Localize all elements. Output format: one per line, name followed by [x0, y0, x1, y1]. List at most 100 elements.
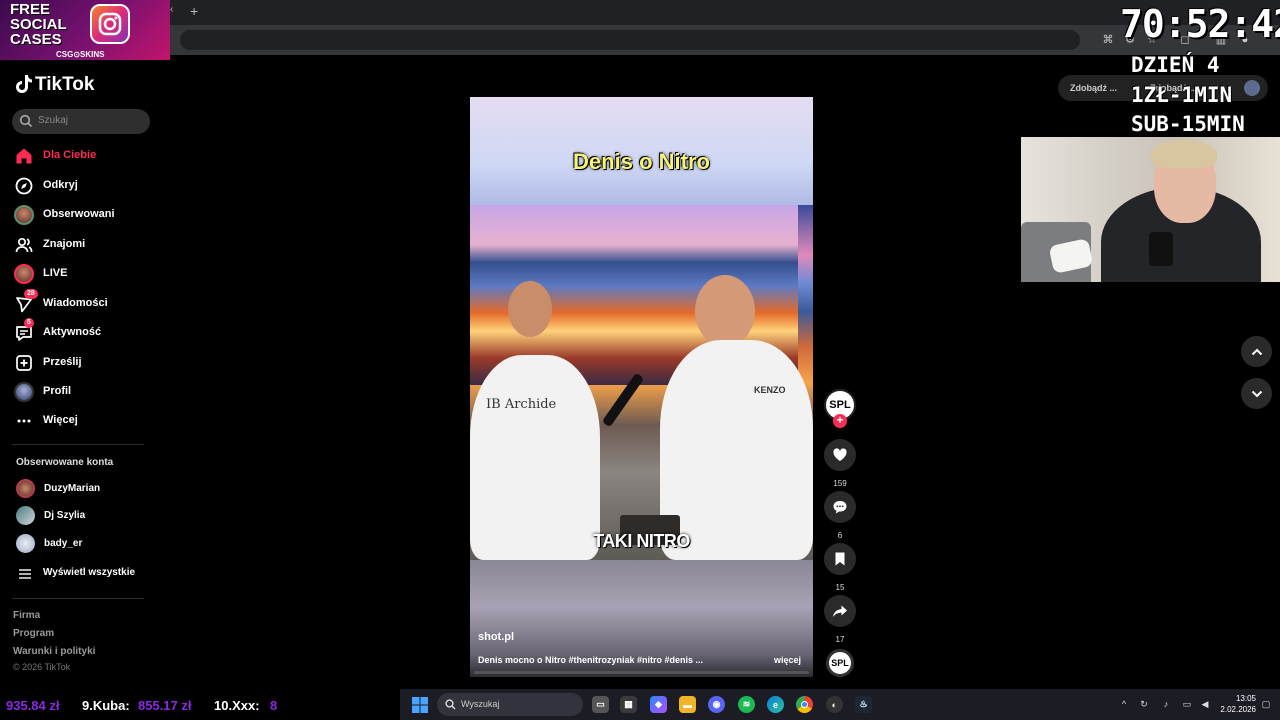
following-avatar-icon — [14, 205, 34, 225]
copilot-icon[interactable]: ◆ — [650, 696, 667, 713]
nav-item-more[interactable]: Więcej — [12, 409, 162, 433]
taskbar-clock[interactable]: 13:05 2.02.2026 — [1218, 693, 1256, 715]
upload-icon — [14, 353, 34, 373]
spotify-icon[interactable]: ≋ — [738, 696, 755, 713]
cam-streamer-hair — [1151, 140, 1217, 168]
like-count: 159 — [833, 479, 847, 488]
music-disc-icon[interactable]: SPL — [826, 649, 854, 677]
microphone-icon[interactable]: ♪ — [1160, 698, 1172, 710]
next-video-button[interactable] — [1241, 378, 1272, 409]
tray-expand-icon[interactable]: ^ — [1118, 698, 1130, 710]
video-description: Denis mocno o Nitro #thenitrozyniak #nit… — [478, 655, 704, 665]
nav-label: Obserwowani — [43, 208, 115, 220]
volume-icon[interactable]: ◀ — [1199, 698, 1211, 710]
footer-link-company[interactable]: Firma — [13, 610, 40, 621]
nav-label: Odkryj — [43, 179, 78, 191]
video-player[interactable]: Denis o Nitro IB Archide KENZO TAKI NITR… — [470, 97, 813, 677]
show-all-accounts[interactable]: Wyświetl wszystkie — [16, 563, 156, 583]
previous-video-button[interactable] — [1241, 336, 1272, 367]
video-shirt-right-text: KENZO — [754, 385, 786, 395]
discord-icon[interactable]: ◉ — [708, 696, 725, 713]
account-name: DuzyMarian — [44, 483, 101, 494]
compass-icon — [14, 176, 34, 196]
nav-item-friends[interactable]: Znajomi — [12, 233, 162, 257]
translate-icon[interactable]: ⌘ — [1101, 33, 1115, 47]
show-all-label: Wyświetl wszystkie — [43, 567, 136, 578]
promo-line-3: CASES — [10, 31, 62, 48]
video-frame: IB Archide KENZO — [470, 205, 813, 560]
tab-scroll-icon[interactable]: ‹ — [170, 4, 173, 15]
ticker-name: 9.Kuba: — [82, 698, 130, 713]
notifications-icon[interactable]: ▢ — [1260, 698, 1272, 710]
video-more-link[interactable]: więcej — [774, 655, 801, 665]
nav-label: Znajomi — [43, 238, 86, 250]
nav-item-activity[interactable]: 5 Aktywność — [12, 318, 162, 345]
video-source: shot.pl — [478, 631, 515, 643]
comment-action[interactable]: 6 — [824, 491, 856, 540]
browser-tab-bar — [170, 0, 1280, 25]
account-item[interactable]: Dj Szylia — [16, 506, 156, 526]
chevron-down-icon — [1251, 390, 1262, 397]
like-action[interactable]: 159 — [824, 439, 856, 488]
search-icon — [445, 699, 456, 710]
nav-item-explore[interactable]: Odkryj — [12, 174, 162, 198]
video-person-left — [470, 355, 600, 560]
bookmark-icon[interactable] — [824, 543, 856, 575]
share-action[interactable]: 17 — [824, 595, 856, 644]
webcam-overlay — [1021, 137, 1280, 282]
search-input[interactable]: Szukaj — [12, 109, 150, 134]
nav-label: Aktywność — [43, 326, 102, 338]
promo-banner[interactable]: FREE SOCIAL CASES CSG⊙SKINS — [0, 0, 170, 60]
network-icon[interactable]: ▭ — [1181, 698, 1193, 710]
address-bar[interactable] — [180, 30, 1080, 50]
account-avatar — [16, 506, 35, 525]
account-name: Dj Szylia — [44, 510, 86, 521]
nav-label: LIVE — [43, 267, 68, 279]
ticker-name: 10.Xxx: — [214, 698, 260, 713]
comment-count: 6 — [837, 531, 843, 540]
tiktok-logo-text[interactable]: TikTok — [35, 74, 94, 96]
nav-label: Więcej — [43, 414, 78, 426]
comment-icon[interactable] — [824, 491, 856, 523]
account-item[interactable]: DuzyMarian — [16, 479, 156, 499]
taskbar-search-placeholder: Wyszukaj — [461, 699, 500, 709]
sidebar-divider — [12, 598, 144, 599]
nav-item-following[interactable]: Obserwowani — [12, 203, 162, 227]
nav-label: Wiadomości — [43, 297, 108, 309]
more-icon — [14, 411, 34, 431]
taskbar-search-input[interactable]: Wyszukaj — [437, 693, 583, 716]
footer-link-terms[interactable]: Warunki i polityki — [13, 646, 95, 657]
store-icon[interactable]: ▦ — [620, 696, 637, 713]
nav-item-profile[interactable]: Profil — [12, 380, 162, 404]
sidebar-divider — [12, 444, 144, 445]
nav-label: Dla Ciebie — [43, 149, 97, 161]
nav-item-live[interactable]: LIVE — [12, 262, 162, 286]
heart-icon[interactable] — [824, 439, 856, 471]
live-avatar-icon — [14, 264, 34, 284]
task-view-icon[interactable]: ▭ — [592, 696, 609, 713]
file-explorer-icon[interactable]: ▬ — [679, 696, 696, 713]
tiktok-logo-icon[interactable] — [16, 75, 32, 93]
donation-ticker: 935.84 zł 9.Kuba: 855.17 zł 10.Xxx: 8 — [0, 689, 400, 720]
windows-start-icon[interactable] — [411, 696, 428, 713]
sync-icon[interactable]: ↻ — [1138, 698, 1150, 710]
nav-item-messages[interactable]: 28 Wiadomości — [12, 289, 162, 316]
account-item[interactable]: bady_er — [16, 534, 156, 554]
steam-icon[interactable]: ♨ — [855, 696, 872, 713]
chrome-icon[interactable] — [796, 696, 813, 713]
nav-item-upload[interactable]: Prześlij — [12, 351, 162, 375]
save-action[interactable]: 15 — [824, 543, 856, 592]
new-tab-button[interactable]: + — [190, 3, 198, 19]
footer-link-program[interactable]: Program — [13, 628, 54, 639]
edge-icon[interactable]: e — [767, 696, 784, 713]
ticker-amount: 8 — [270, 698, 278, 713]
activity-badge: 5 — [24, 318, 34, 328]
nav-item-for-you[interactable]: Dla Ciebie — [12, 144, 162, 168]
account-avatar — [16, 479, 35, 498]
share-icon[interactable] — [824, 595, 856, 627]
stream-rate-donation: 1ZŁ-1MIN — [1131, 83, 1233, 107]
obs-icon[interactable]: ◐ — [826, 696, 843, 713]
follow-button[interactable]: + — [833, 414, 847, 428]
user-avatar[interactable] — [1244, 80, 1260, 96]
video-progress-bar[interactable] — [474, 671, 809, 674]
